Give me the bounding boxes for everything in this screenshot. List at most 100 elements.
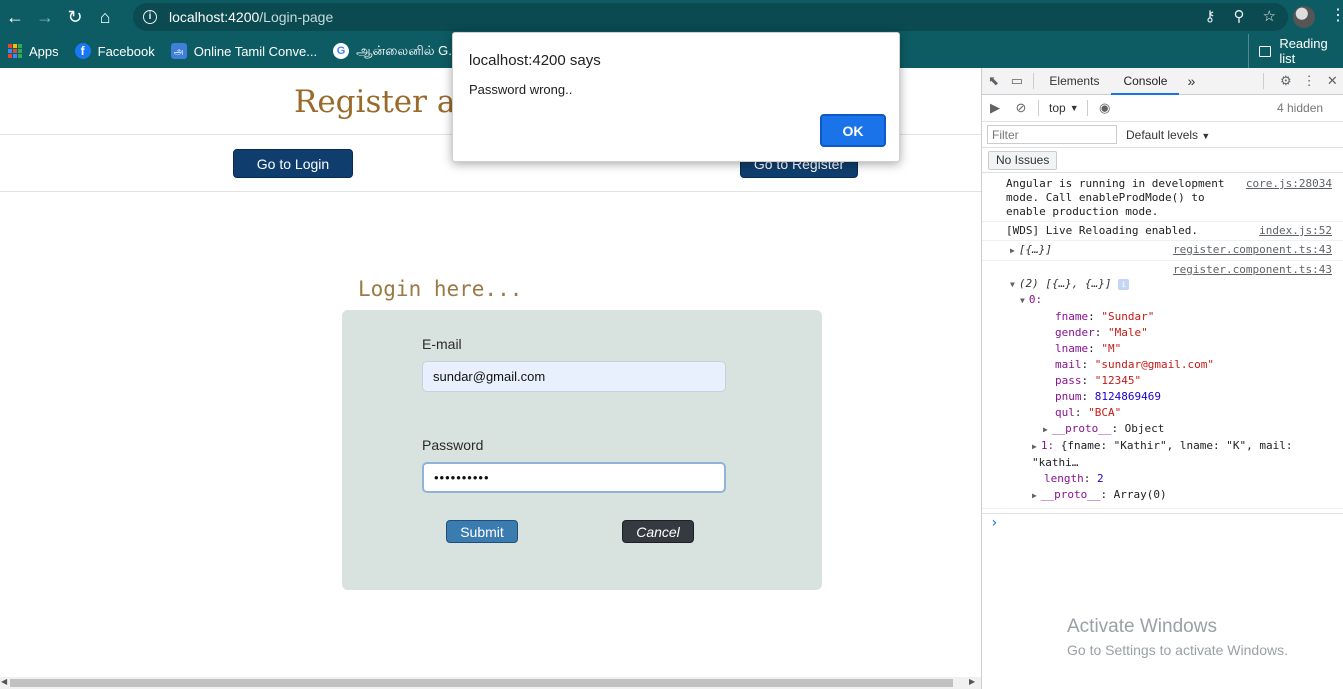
address-bar[interactable]: i localhost:4200/Login-page ⚷ ⚲ ☆: [133, 3, 1288, 31]
tree-value: "Sundar": [1101, 310, 1155, 323]
log-text: [WDS] Live Reloading enabled.: [1006, 224, 1199, 237]
console-message: register.component.ts:43 ▼ (2) [{…}, {…}]…: [982, 261, 1343, 509]
chevron-down-icon: ▼: [1201, 130, 1211, 141]
url-text[interactable]: localhost:4200/Login-page: [169, 9, 333, 25]
url-path: /Login-page: [259, 9, 334, 25]
login-form: E-mail sundar@gmail.com Password •••••••…: [342, 310, 822, 590]
bookmark-tamil-converter[interactable]: அ Online Tamil Conve...: [170, 43, 317, 59]
tree-key: pnum: [1055, 390, 1082, 403]
expand-triangle-icon[interactable]: ▶: [1032, 491, 1037, 500]
console-toolbar: ▶ ⊘ top ▼ ◉ 4 hidden: [982, 95, 1343, 122]
console-message: Angular is running in development mode. …: [982, 175, 1343, 222]
bookmark-google-tamil[interactable]: G ஆன்லைனில் G...: [333, 43, 459, 60]
email-field[interactable]: sundar@gmail.com: [422, 361, 726, 392]
live-expression-eye-icon[interactable]: ◉: [1092, 95, 1118, 122]
tree-key: pass: [1055, 374, 1082, 387]
filter-input[interactable]: Filter: [987, 125, 1117, 144]
tree-key: fname: [1055, 310, 1089, 323]
tree-value: "M": [1101, 342, 1122, 355]
horizontal-scrollbar[interactable]: ◀ ▶: [0, 677, 981, 689]
device-toolbar-icon[interactable]: ▭: [1005, 68, 1028, 95]
object-tree: ▼ 0: fname: "Sundar" gender: "Male" lname…: [1020, 293, 1293, 501]
tree-value: : Object: [1111, 422, 1165, 435]
collapse-triangle-icon[interactable]: ▼: [1010, 280, 1015, 289]
console-prompt[interactable]: ›: [982, 513, 1343, 531]
tree-key: qul: [1055, 406, 1075, 419]
reading-list-button[interactable]: Reading list: [1248, 34, 1343, 68]
browser-menu-icon[interactable]: ⋮: [1330, 8, 1343, 24]
source-link[interactable]: core.js:28034: [1246, 177, 1332, 191]
filter-row: Filter Default levels ▼: [982, 122, 1343, 148]
tree-value: : Array(0): [1100, 488, 1167, 501]
collapse-triangle-icon[interactable]: ▼: [1020, 296, 1025, 305]
source-link[interactable]: index.js:52: [1259, 224, 1332, 238]
context-selector[interactable]: top ▼: [1049, 101, 1079, 115]
tree-value: 2: [1097, 472, 1104, 485]
bookmark-facebook[interactable]: f Facebook: [74, 43, 155, 59]
tree-key: mail: [1055, 358, 1082, 371]
tree-value: "12345": [1094, 374, 1142, 387]
tree-key: gender: [1055, 326, 1095, 339]
close-icon[interactable]: ✕: [1321, 68, 1343, 95]
scroll-left-icon[interactable]: ◀: [1, 677, 7, 686]
tree-value: "Male": [1108, 326, 1148, 339]
expand-triangle-icon[interactable]: ▶: [1043, 425, 1048, 434]
tree-value: 8124869469: [1094, 390, 1161, 403]
site-info-icon[interactable]: i: [143, 10, 157, 24]
apps-grid-icon: [8, 44, 22, 58]
profile-avatar[interactable]: [1293, 6, 1315, 28]
devtools-panel: ⬉ ▭ Elements Console » ⚙ ⋮ ✕ ▶ ⊘ top ▼ ◉…: [981, 68, 1343, 689]
tree-key: __proto__: [1040, 488, 1101, 501]
source-link[interactable]: register.component.ts:43: [1173, 243, 1332, 257]
tamil-converter-icon: அ: [170, 43, 187, 59]
bookmark-label: Facebook: [97, 43, 155, 59]
facebook-icon: f: [74, 43, 91, 59]
expand-triangle-icon[interactable]: ▶: [1032, 442, 1037, 451]
reload-icon[interactable]: ↻: [60, 2, 90, 32]
browser-toolbar: ← → ↻ ⌂ i localhost:4200/Login-page ⚷ ⚲ …: [0, 0, 1343, 34]
scroll-right-icon[interactable]: ▶: [969, 677, 975, 686]
password-field[interactable]: ••••••••••: [422, 462, 726, 493]
back-icon[interactable]: ←: [0, 2, 30, 32]
log-levels-dropdown[interactable]: Default levels ▼: [1126, 128, 1210, 142]
object-preview: [{…}]: [1018, 243, 1052, 256]
more-tabs-icon[interactable]: »: [1179, 68, 1203, 95]
tree-key: lname: [1055, 342, 1089, 355]
issues-button[interactable]: No Issues: [988, 150, 1058, 170]
go-to-login-button[interactable]: Go to Login: [233, 149, 353, 178]
url-host: localhost:4200: [169, 9, 260, 25]
tree-key: __proto__: [1051, 422, 1112, 435]
forward-icon[interactable]: →: [30, 2, 60, 32]
sidebar-toggle-icon[interactable]: ▶: [982, 95, 1008, 122]
console-message[interactable]: ▶ [{…}] register.component.ts:43: [982, 241, 1343, 261]
divider: [1038, 100, 1039, 116]
devtools-menu-icon[interactable]: ⋮: [1297, 68, 1320, 95]
key-icon[interactable]: ⚷: [1205, 7, 1216, 25]
settings-gear-icon[interactable]: ⚙: [1274, 68, 1297, 95]
divider: [1263, 73, 1265, 89]
source-link[interactable]: register.component.ts:43: [1010, 263, 1340, 277]
submit-button[interactable]: Submit: [446, 520, 518, 543]
home-icon[interactable]: ⌂: [90, 2, 120, 32]
scrollbar-thumb[interactable]: [10, 679, 953, 687]
bookmark-label: ஆன்லைனில் G...: [356, 42, 460, 58]
cancel-button[interactable]: Cancel: [622, 520, 694, 543]
star-icon[interactable]: ☆: [1263, 7, 1276, 25]
password-label: Password: [422, 437, 484, 453]
inspect-element-icon[interactable]: ⬉: [982, 68, 1005, 95]
hidden-messages-count[interactable]: 4 hidden: [1277, 101, 1323, 115]
watermark-title: Activate Windows: [1067, 616, 1217, 637]
watermark-subtitle: Go to Settings to activate Windows.: [1067, 642, 1288, 658]
tree-key: 0:: [1028, 293, 1043, 306]
expand-triangle-icon[interactable]: ▶: [1010, 246, 1015, 255]
alert-title: localhost:4200 says: [469, 52, 601, 69]
bookmark-apps[interactable]: Apps: [8, 44, 59, 59]
ok-button[interactable]: OK: [820, 114, 886, 147]
clear-console-icon[interactable]: ⊘: [1008, 95, 1034, 122]
tab-console[interactable]: Console: [1111, 68, 1180, 95]
tab-elements[interactable]: Elements: [1037, 68, 1111, 95]
zoom-icon[interactable]: ⚲: [1234, 7, 1245, 25]
reading-list-icon: [1259, 45, 1272, 57]
log-text: Angular is running in development mode. …: [1006, 177, 1225, 218]
divider: [1086, 100, 1088, 116]
